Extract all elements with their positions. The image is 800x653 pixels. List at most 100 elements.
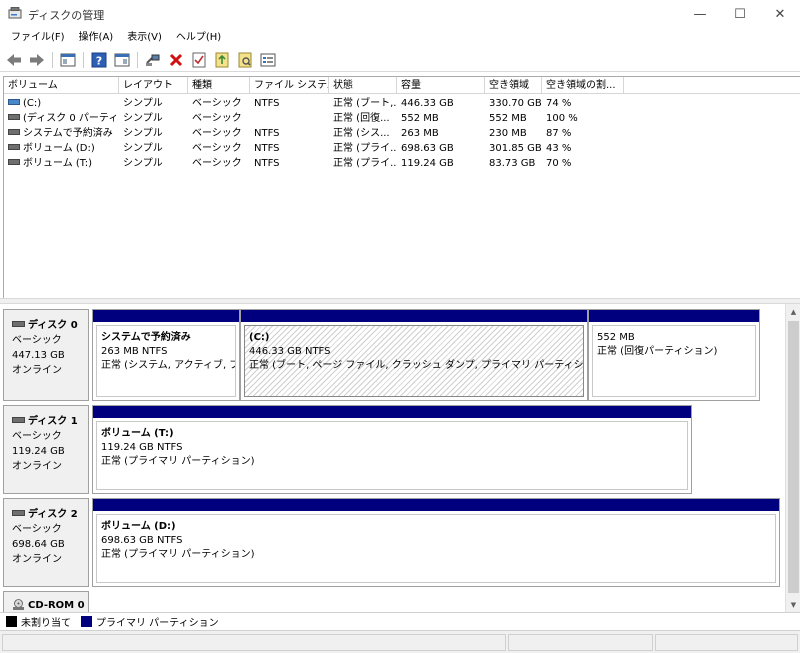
disk-1-label[interactable]: ディスク 1 ベーシック 119.24 GB オンライン — [3, 405, 89, 494]
toolbar: ? — [0, 48, 800, 72]
volume-type: ベーシック — [192, 128, 242, 139]
volume-type: ベーシック — [192, 158, 242, 169]
volume-icon — [8, 159, 20, 165]
volume-filesystem: NTFS — [254, 128, 280, 139]
disk-2-label[interactable]: ディスク 2 ベーシック 698.64 GB オンライン — [3, 498, 89, 587]
disk-name: ディスク 0 — [28, 320, 78, 331]
unallocated-swatch — [6, 616, 17, 627]
column-header-free-percent[interactable]: 空き領域の割... — [542, 77, 624, 94]
help-icon: ? — [91, 52, 107, 67]
back-button[interactable] — [4, 50, 24, 70]
scroll-up-arrow-icon[interactable]: ▲ — [786, 304, 800, 319]
cdrom-0-block: CD-ROM 0 — [3, 591, 785, 612]
scrollbar-thumb[interactable] — [788, 321, 799, 593]
volume-list-header: ボリューム レイアウト 種類 ファイル システム 状態 容量 空き領域 空き領域… — [4, 77, 800, 94]
help-button[interactable]: ? — [89, 50, 109, 70]
column-header-status[interactable]: 状態 — [329, 77, 397, 94]
volume-name: ボリューム (D:) — [23, 143, 95, 154]
partition-status: 正常 (ブート, ページ ファイル, クラッシュ ダンプ, プライマリ パーティ… — [249, 360, 584, 371]
refresh-button[interactable] — [235, 50, 255, 70]
disk-0-label[interactable]: ディスク 0 ベーシック 447.13 GB オンライン — [3, 309, 89, 401]
table-row[interactable]: (ディスク 0 パーティション... シンプル ベーシック 正常 (回復... … — [4, 111, 800, 126]
menu-file[interactable]: ファイル(F) — [4, 28, 72, 48]
menu-bar: ファイル(F) 操作(A) 表示(V) ヘルプ(H) — [0, 28, 800, 48]
partition-name: ボリューム (D:) — [101, 521, 176, 532]
disk-name: ディスク 1 — [28, 416, 78, 427]
volume-filesystem: NTFS — [254, 158, 280, 169]
volume-list[interactable]: ボリューム レイアウト 種類 ファイル システム 状態 容量 空き領域 空き領域… — [3, 76, 800, 298]
partition-system-reserved[interactable]: システムで予約済み 263 MB NTFS 正常 (システム, アクティブ, プ… — [92, 309, 240, 401]
check-button[interactable] — [189, 50, 209, 70]
column-header-volume[interactable]: ボリューム — [4, 77, 119, 94]
volume-type: ベーシック — [192, 113, 242, 124]
disk-status: オンライン — [12, 365, 62, 376]
partition-status: 正常 (システム, アクティブ, プライマ — [101, 360, 235, 371]
cdrom-icon — [13, 598, 24, 610]
volume-free-percent: 70 % — [546, 158, 572, 169]
partition-d-drive[interactable]: ボリューム (D:) 698.63 GB NTFS 正常 (プライマリ パーティ… — [92, 498, 780, 587]
partition-status: 正常 (プライマリ パーティション) — [101, 456, 255, 467]
properties-button[interactable] — [112, 50, 132, 70]
legend-primary-partition: プライマリ パーティション — [96, 618, 219, 629]
menu-view[interactable]: 表示(V) — [120, 28, 169, 48]
minimize-icon: — — [693, 6, 707, 22]
partition-status: 正常 (回復パーティション) — [597, 346, 718, 357]
list-icon — [260, 53, 276, 66]
partition-recovery[interactable]: 552 MB 正常 (回復パーティション) — [588, 309, 760, 401]
cdrom-0-label[interactable]: CD-ROM 0 — [3, 591, 89, 612]
disk-size: 698.64 GB — [12, 539, 65, 550]
volume-name: システムで予約済み — [23, 128, 113, 139]
menu-action[interactable]: 操作(A) — [72, 28, 121, 48]
volume-capacity: 263 MB — [401, 128, 439, 139]
primary-partition-swatch — [81, 616, 92, 627]
minimize-button[interactable]: — — [680, 0, 720, 28]
legend-unallocated: 未割り当て — [21, 618, 71, 629]
export-button[interactable] — [212, 50, 232, 70]
console-tree-button[interactable] — [58, 50, 78, 70]
volume-free-percent: 100 % — [546, 113, 578, 124]
disk-1-block: ディスク 1 ベーシック 119.24 GB オンライン ボリューム (T:) … — [3, 405, 785, 494]
volume-free-percent: 87 % — [546, 128, 572, 139]
menu-help[interactable]: ヘルプ(H) — [169, 28, 228, 48]
column-header-free-space[interactable]: 空き領域 — [485, 77, 542, 94]
table-row[interactable]: システムで予約済み シンプル ベーシック NTFS 正常 (シス... 263 … — [4, 126, 800, 141]
properties-icon — [114, 53, 130, 66]
volume-free-space: 552 MB — [489, 113, 527, 124]
graphical-view-scrollbar[interactable]: ▲ ▼ — [785, 304, 800, 612]
column-header-type[interactable]: 種類 — [188, 77, 250, 94]
scroll-down-arrow-icon[interactable]: ▼ — [786, 597, 800, 612]
column-header-capacity[interactable]: 容量 — [397, 77, 485, 94]
delete-button[interactable] — [166, 50, 186, 70]
volume-name: (ディスク 0 パーティション... — [23, 113, 119, 124]
disk-management-app-icon — [8, 7, 22, 19]
table-row[interactable]: ボリューム (D:) シンプル ベーシック NTFS 正常 (プライ... 69… — [4, 141, 800, 156]
column-header-filesystem[interactable]: ファイル システム — [250, 77, 329, 94]
connect-icon — [146, 54, 160, 66]
partition-size: 263 MB NTFS — [101, 346, 168, 357]
list-button[interactable] — [258, 50, 278, 70]
partition-c-drive[interactable]: (C:) 446.33 GB NTFS 正常 (ブート, ページ ファイル, ク… — [240, 309, 588, 401]
maximize-button[interactable]: ☐ — [720, 0, 760, 28]
volume-capacity: 119.24 GB — [401, 158, 454, 169]
toolbar-separator — [83, 51, 84, 68]
volume-status: 正常 (プライ... — [333, 158, 397, 169]
table-row[interactable]: ボリューム (T:) シンプル ベーシック NTFS 正常 (プライ... 11… — [4, 156, 800, 171]
volume-free-space: 83.73 GB — [489, 158, 536, 169]
volume-capacity: 698.63 GB — [401, 143, 454, 154]
volume-layout: シンプル — [123, 113, 163, 124]
partition-bar — [93, 499, 779, 511]
disk-name: CD-ROM 0 — [28, 600, 85, 611]
disk-status: オンライン — [12, 554, 62, 565]
check-icon — [192, 52, 206, 67]
column-header-layout[interactable]: レイアウト — [119, 77, 188, 94]
disk-2-block: ディスク 2 ベーシック 698.64 GB オンライン ボリューム (D:) … — [3, 498, 785, 587]
volume-layout: シンプル — [123, 128, 163, 139]
close-button[interactable]: ✕ — [760, 0, 800, 28]
table-row[interactable]: (C:) シンプル ベーシック NTFS 正常 (ブート,... 446.33 … — [4, 96, 800, 111]
volume-free-percent: 74 % — [546, 98, 572, 109]
partition-name: (C:) — [249, 332, 270, 343]
connect-button[interactable] — [143, 50, 163, 70]
volume-type: ベーシック — [192, 143, 242, 154]
partition-t-drive[interactable]: ボリューム (T:) 119.24 GB NTFS 正常 (プライマリ パーティ… — [92, 405, 692, 494]
forward-button[interactable] — [27, 50, 47, 70]
